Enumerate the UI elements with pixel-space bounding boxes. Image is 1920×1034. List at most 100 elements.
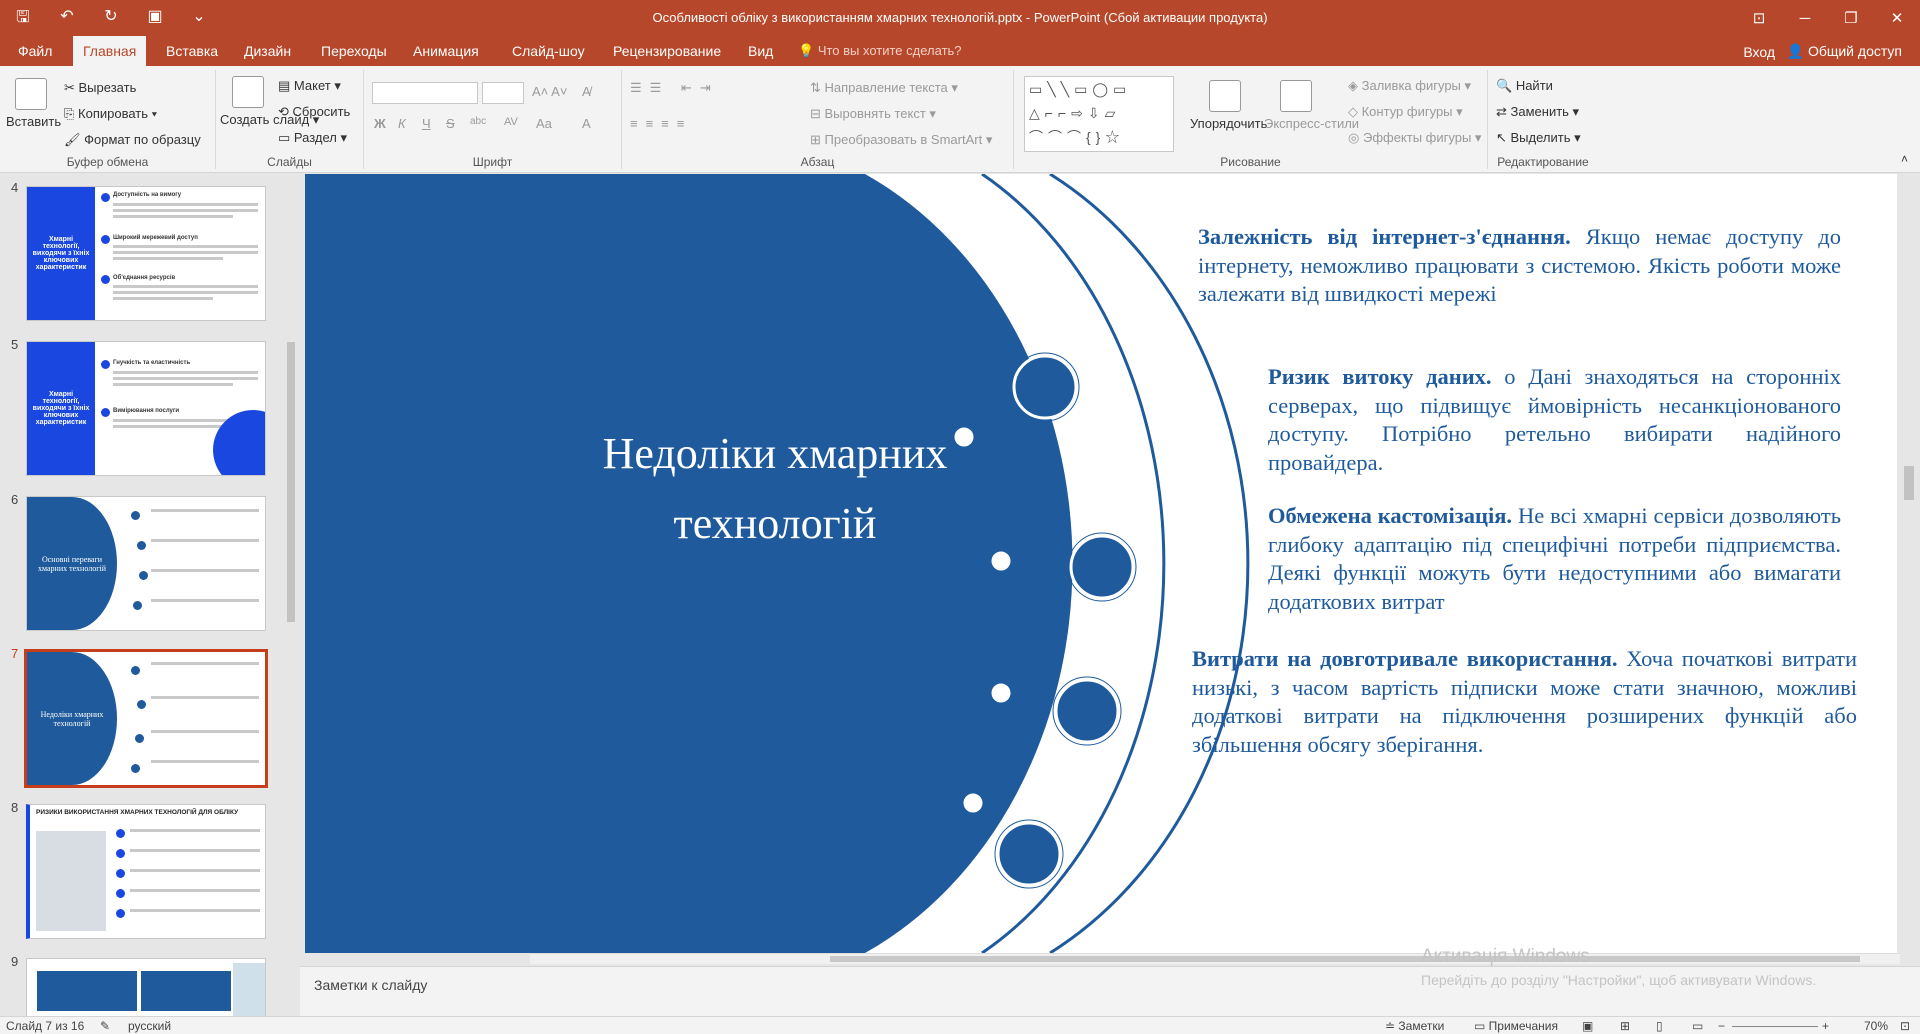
quick-styles-button[interactable]: Экспресс-стили (1264, 80, 1359, 131)
text-line (151, 696, 259, 699)
tab-home[interactable]: Главная (73, 36, 147, 66)
shape-fill-button[interactable]: ◈ Заливка фигуры ▾ (1348, 78, 1471, 94)
tab-animations[interactable]: Анимация (403, 36, 489, 66)
text-direction-button[interactable]: ⇅ Направление текста ▾ (810, 80, 958, 96)
language-indicator[interactable]: русский (128, 1019, 171, 1033)
italic-button[interactable]: К (398, 116, 406, 131)
close-icon[interactable]: ✕ (1874, 0, 1920, 36)
bullet-dot (116, 889, 125, 898)
align-buttons-icon[interactable]: ≡≡≡≡ (630, 116, 692, 131)
scrollbar-thumb[interactable] (287, 342, 295, 622)
zoom-level[interactable]: 70% (1864, 1019, 1888, 1033)
shadow-button[interactable]: abc (470, 116, 486, 127)
thumb-item: Об'єднання ресурсів (113, 275, 176, 281)
reset-button[interactable]: ⟲ Сбросить (278, 104, 350, 120)
slide-thumbnail-9[interactable] (26, 958, 266, 1018)
strikethrough-button[interactable]: S (446, 116, 455, 131)
text-line (113, 245, 258, 248)
tab-insert[interactable]: Вставка (156, 36, 228, 66)
spacing-button[interactable]: AV (504, 116, 518, 128)
slideshow-view-icon[interactable]: ▭ (1692, 1019, 1703, 1033)
shape-effects-button[interactable]: ◎ Эффекты фигуры ▾ (1348, 130, 1481, 146)
point-internet[interactable]: Залежність від інтернет-з'єднання. Якщо … (1198, 223, 1841, 309)
text-line (113, 203, 258, 206)
slide-sorter-icon[interactable]: ⊞ (1620, 1019, 1630, 1033)
notes-toggle[interactable]: ≐ Заметки (1385, 1019, 1444, 1033)
text-line (151, 539, 259, 542)
slide-thumbnail-7[interactable]: Недоліки хмарних технологій (24, 649, 268, 788)
font-name-combo[interactable] (372, 82, 478, 104)
vertical-scrollbar[interactable] (1900, 174, 1918, 964)
shapes-gallery[interactable]: ▭╲╲▭◯▭ △⌐⌐⇨⇩▱ ⌒⌒⌒{}☆ (1024, 76, 1174, 152)
current-slide[interactable]: Недоліки хмарних технологій Залежність в… (305, 174, 1897, 953)
reading-view-icon[interactable]: ▯ (1656, 1019, 1663, 1033)
tab-view[interactable]: Вид (738, 36, 783, 66)
paste-button[interactable]: Вставить (6, 78, 61, 129)
fit-slide-icon[interactable]: ⊡ (1900, 1019, 1910, 1033)
point-data-leak[interactable]: Ризик витоку даних. o Дані знаходяться н… (1268, 363, 1841, 477)
align-text-icon: ⊟ (810, 106, 825, 121)
tab-file[interactable]: Файл (8, 36, 62, 66)
point-customization[interactable]: Обмежена кастомізація. Не всі хмарні сер… (1268, 502, 1841, 616)
tell-me-box[interactable]: 💡 Что вы хотите сделать? (798, 36, 962, 66)
minimize-icon[interactable]: ─ (1782, 0, 1828, 36)
cut-button[interactable]: ✂ Вырезать (64, 80, 136, 96)
tab-transitions[interactable]: Переходы (311, 36, 397, 66)
grow-font-icon[interactable]: A˄ A˅ (532, 84, 567, 99)
smartart-label: Преобразовать в SmartArt (824, 132, 983, 147)
slide-thumbnail-8[interactable]: РИЗИКИ ВИКОРИСТАННЯ ХМАРНИХ ТЕХНОЛОГІЙ Д… (26, 804, 266, 939)
paragraph-group-label: Абзац (800, 155, 835, 169)
text-line (151, 730, 259, 733)
clear-format-icon[interactable]: A̸ (582, 84, 591, 99)
sign-in-link[interactable]: Вход (1743, 36, 1775, 68)
font-size-combo[interactable] (482, 82, 524, 104)
ribbon-tabs: Файл Главная Вставка Дизайн Переходы Ани… (0, 36, 1920, 66)
case-button[interactable]: Aa (536, 116, 552, 131)
smartart-button[interactable]: ⊞ Преобразовать в SmartArt ▾ (810, 132, 992, 148)
layout-button[interactable]: ▤ Макет ▾ (278, 78, 341, 94)
copy-button[interactable]: ⎘ Копировать ▾ (64, 106, 157, 122)
slide-thumbnail-4[interactable]: Хмарні технології, виходячи з їхніх ключ… (26, 186, 266, 321)
spellcheck-icon[interactable]: ✎ (100, 1019, 110, 1033)
select-button[interactable]: ↖ Выделить ▾ (1496, 130, 1581, 146)
paste-label: Вставить (6, 114, 62, 129)
find-button[interactable]: 🔍 Найти (1496, 78, 1553, 94)
section-button[interactable]: ▭ Раздел ▾ (278, 130, 347, 146)
align-text-button[interactable]: ⊟ Выровнять текст ▾ (810, 106, 936, 122)
underline-button[interactable]: Ч (422, 116, 431, 131)
slide-thumbnail-5[interactable]: Хмарні технології, виходячи з їхніх ключ… (26, 341, 266, 476)
select-label: Выделить (1510, 130, 1571, 145)
ribbon-display-icon[interactable]: ⊡ (1736, 0, 1782, 36)
font-group-label: Шрифт (472, 155, 513, 169)
tab-slideshow[interactable]: Слайд-шоу (502, 36, 595, 66)
slide-title[interactable]: Недоліки хмарних технологій (525, 419, 1025, 559)
zoom-slider[interactable] (1732, 1026, 1818, 1027)
normal-view-icon[interactable]: ▣ (1582, 1019, 1593, 1033)
comments-toggle[interactable]: ▭ Примечания (1474, 1019, 1558, 1033)
scrollbar-thumb[interactable] (1904, 466, 1914, 500)
scrollbar-thumb[interactable] (830, 956, 1860, 962)
format-painter-button[interactable]: 🖌 Формат по образцу (64, 132, 201, 148)
zoom-in-icon[interactable]: + (1822, 1019, 1829, 1033)
font-color-button[interactable]: A (582, 116, 591, 131)
new-slide-button[interactable]: Создать слайд ▾ (220, 76, 319, 128)
arrange-button[interactable]: Упорядочить (1190, 80, 1267, 131)
replace-button[interactable]: ⇄ Заменить ▾ (1496, 104, 1579, 120)
comment-icon: ▭ (1474, 1019, 1489, 1033)
restore-icon[interactable]: ❐ (1828, 0, 1874, 36)
notes-placeholder: Заметки к слайду (314, 977, 428, 993)
share-button[interactable]: 👤 Общий доступ (1787, 36, 1902, 66)
copy-label: Копировать (78, 106, 149, 121)
point-long-term-costs[interactable]: Витрати на довготривале використання. Хо… (1192, 645, 1857, 759)
tab-design[interactable]: Дизайн (234, 36, 301, 66)
thumb-title: Недоліки хмарних технологій (27, 652, 117, 785)
list-buttons-icon[interactable]: ☰☰ ⇤⇥ (630, 80, 719, 96)
bold-button[interactable]: Ж (374, 116, 386, 131)
shape-outline-button[interactable]: ◇ Контур фигуры ▾ (1348, 104, 1463, 120)
horizontal-scrollbar[interactable] (530, 953, 1900, 964)
collapse-ribbon-icon[interactable]: ˄ (1901, 152, 1908, 166)
tab-review[interactable]: Рецензирование (603, 36, 731, 66)
zoom-out-icon[interactable]: − (1718, 1019, 1725, 1033)
thumbnail-scrollbar[interactable] (284, 174, 298, 1016)
slide-thumbnail-6[interactable]: Основні переваги хмарних технологій (26, 496, 266, 631)
